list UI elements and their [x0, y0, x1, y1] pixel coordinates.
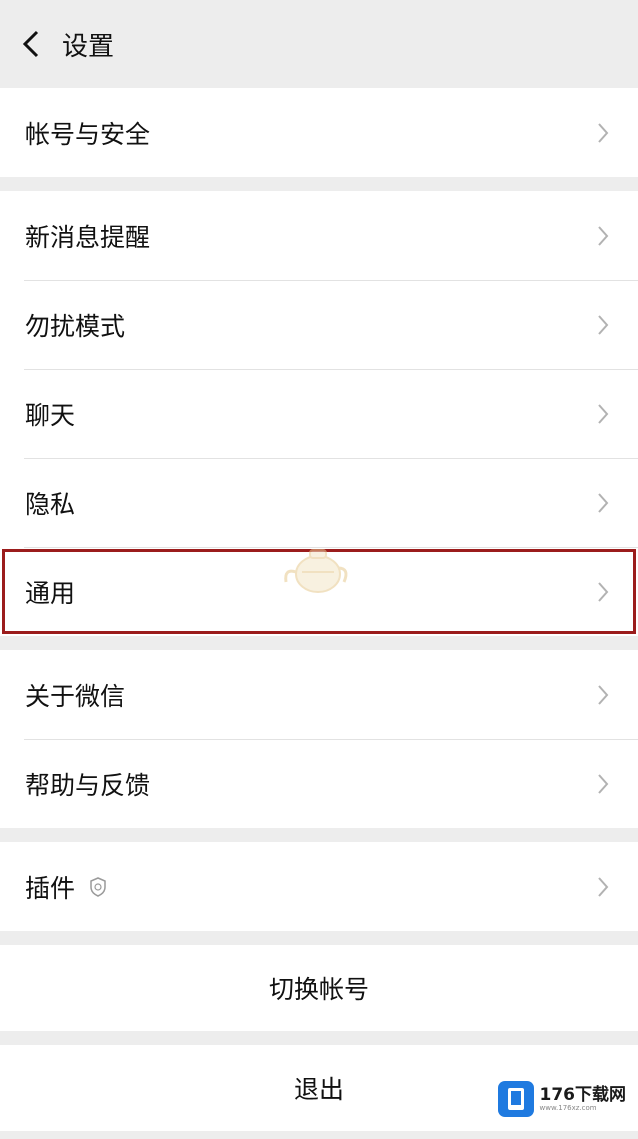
divider [0, 1031, 638, 1045]
chevron-right-icon [588, 492, 618, 514]
teapot-watermark-icon [284, 549, 348, 593]
settings-item-plugins[interactable]: 插件 [0, 842, 638, 931]
header: 设置 [0, 0, 638, 88]
settings-item-account-security[interactable]: 帐号与安全 [0, 88, 638, 177]
settings-item-do-not-disturb[interactable]: 勿扰模式 [0, 280, 638, 369]
divider [0, 828, 638, 842]
settings-item-label: 关于微信 [25, 681, 126, 711]
shield-badge-icon [89, 876, 107, 897]
plugins-label: 插件 [25, 873, 76, 903]
settings-item-chat[interactable]: 聊天 [0, 369, 638, 458]
site-watermark: 176下载网 www.176xz.com [497, 1081, 627, 1117]
chevron-right-icon [588, 876, 618, 898]
settings-item-notifications[interactable]: 新消息提醒 [0, 191, 638, 280]
divider [0, 177, 638, 191]
settings-item-help-feedback[interactable]: 帮助与反馈 [0, 739, 638, 828]
divider [0, 636, 638, 650]
chevron-right-icon [588, 684, 618, 706]
chevron-right-icon [588, 773, 618, 795]
settings-item-label: 帮助与反馈 [25, 770, 151, 800]
chevron-right-icon [588, 122, 618, 144]
settings-group-account: 帐号与安全 [0, 88, 638, 177]
chevron-right-icon [588, 403, 618, 425]
page-title: 设置 [62, 31, 115, 62]
watermark-url: www.176xz.com [539, 1103, 597, 1112]
settings-item-label: 帐号与安全 [25, 119, 151, 149]
settings-item-privacy[interactable]: 隐私 [0, 458, 638, 547]
chevron-right-icon [588, 314, 618, 336]
settings-group-about: 关于微信 帮助与反馈 [0, 650, 638, 828]
settings-group-plugins: 插件 [0, 842, 638, 931]
back-button[interactable] [6, 0, 56, 88]
divider [0, 931, 638, 945]
chevron-right-icon [588, 225, 618, 247]
settings-item-label: 勿扰模式 [25, 311, 126, 341]
switch-account-button[interactable]: 切换帐号 [0, 945, 638, 1031]
chevron-left-icon [22, 30, 39, 58]
watermark-brand: 176下载网 [539, 1084, 627, 1105]
settings-item-label: 插件 [25, 869, 588, 905]
chevron-right-icon [588, 581, 618, 603]
settings-item-label: 隐私 [25, 489, 76, 519]
settings-item-label: 聊天 [25, 400, 76, 430]
settings-item-label: 新消息提醒 [25, 222, 151, 252]
watermark-logo-icon [497, 1081, 534, 1117]
settings-item-about-wechat[interactable]: 关于微信 [0, 650, 638, 739]
watermark-text-block: 176下载网 www.176xz.com [539, 1084, 627, 1112]
